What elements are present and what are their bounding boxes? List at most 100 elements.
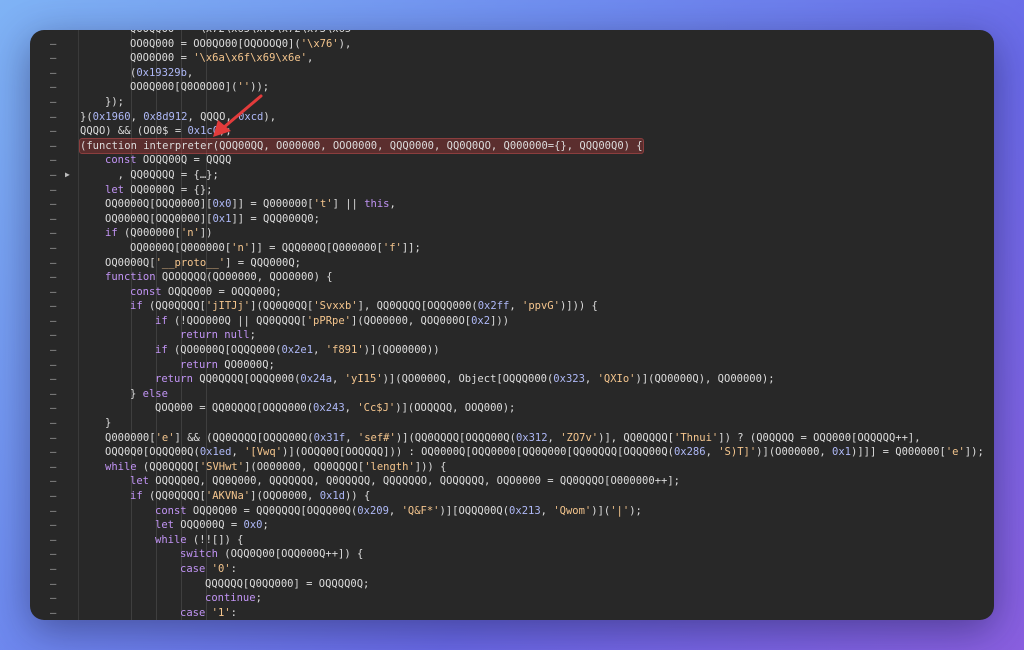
code-line[interactable]: – ▶ , QQ0QQQQ = {…};	[30, 168, 994, 183]
code-token: (!![]) {	[186, 533, 244, 546]
line-marker: –	[50, 168, 57, 181]
code-token: )][OQQQ00Q(	[439, 504, 510, 517]
code-token: )](O000000,	[756, 446, 833, 459]
line-marker: –	[50, 183, 57, 196]
code-line[interactable]: – case '0':	[30, 562, 994, 577]
line-marker: –	[50, 562, 57, 575]
code-line[interactable]: – if (Q000000['n'])	[30, 226, 994, 241]
code-token: if	[155, 344, 168, 357]
code-line[interactable]: – Q000000['e'] && (QQ0QQQQ[OQQQ00Q(0x31f,…	[30, 431, 994, 446]
code-line[interactable]: – Q0O0O00 = '\x6a\x6f\x69\x6e',	[30, 51, 994, 66]
code-line[interactable]: – (function interpreter(QOQ00QQ, O000000,…	[30, 137, 994, 155]
code-line[interactable]: – OQ0000Q[OQQ0000][0x1]] = QQQ000Q0;	[30, 212, 994, 227]
code-text: return null;	[180, 328, 256, 343]
code-token: 'jITJj'	[205, 300, 251, 313]
code-token: }	[130, 387, 143, 400]
code-line[interactable]: – let OQ0000Q = {};	[30, 183, 994, 198]
code-line[interactable]: –}	[30, 416, 994, 431]
code-token: QOOQQQQ(QO00000, QOO0000) {	[155, 271, 333, 284]
code-token: ),	[263, 110, 277, 123]
code-line[interactable]: – while (!![]) {	[30, 533, 994, 548]
code-token: )](OOQQ0Q[OOQQQQ])) : OQ0000Q[OQQ0000[QQ…	[282, 446, 674, 459]
code-token: switch	[180, 548, 218, 561]
code-token: ](OQO0000,	[250, 490, 320, 502]
code-token: ,	[584, 373, 598, 386]
code-line[interactable]: – QQQO) && (OO0$ = 0x1c0);	[30, 124, 994, 139]
code-editor[interactable]: – QOOQQOO = '\x72\x65\x70\x72\x73\x65' – OO…	[30, 30, 994, 620]
code-line[interactable]: – while (QQ0QQQQ['SVHwt'](O000000, QQ0QQQ…	[30, 460, 994, 475]
code-token: )](	[591, 504, 611, 517]
code-token: Q0O0O00 =	[130, 52, 194, 65]
code-token: OQ0000Q[Q000000[	[130, 241, 232, 254]
code-token: this	[364, 198, 390, 211]
code-line[interactable]: – const OQQ0Q00 = QQ0QQQQ[OQQQ00Q(0x209, …	[30, 504, 994, 519]
code-token: ]] = QQQ000Q0;	[231, 212, 320, 225]
code-token: ]) ? (Q0QQQQ = OQQ000[OQQQQQ++],	[718, 431, 921, 444]
code-token: 0x286	[673, 446, 706, 459]
code-token: ,	[231, 446, 245, 459]
code-line[interactable]: – OQ0000Q[OQQ0000][0x0]] = Q000000['t'] |…	[30, 197, 994, 212]
code-line[interactable]: – const OQQQ000 = OQQQ00Q;	[30, 285, 994, 300]
line-marker: –	[50, 475, 57, 488]
code-line[interactable]: – OQ0000Q[Q000000['n']] = QQQ000Q[Q000000…	[30, 241, 994, 256]
code-line[interactable]: – QOQ000 = QQ0QQQQ[OQQQ000(0x243, 'Cc$J')…	[30, 401, 994, 416]
code-token: continue	[205, 592, 256, 605]
code-token: ,	[344, 402, 358, 415]
code-line[interactable]: – case '1':	[30, 606, 994, 620]
code-token: ;	[262, 519, 269, 532]
line-marker: –	[50, 154, 57, 167]
code-token: OO0Q000[Q0O0O00](	[130, 81, 238, 94]
triangle-right-icon[interactable]: ▶	[65, 168, 73, 183]
code-text: const OOQQ00Q = QQQQ	[105, 153, 231, 168]
code-line[interactable]: – if (QQ0QQQQ['jITJj'](QQ0Q0QQ['Svxxb'], …	[30, 299, 994, 314]
code-line[interactable]: – return null;	[30, 328, 994, 343]
code-line[interactable]: – if (QO0000Q[OQQQ000(0x2e1, 'f891')](QO0…	[30, 343, 994, 358]
code-line[interactable]: – if (!QOO000Q || QQ0QQQQ['pPRpe'](QO0000…	[30, 314, 994, 329]
code-line[interactable]: – if (QQ0QQQQ['AKVNa'](OQO0000, 0x1d)) {	[30, 489, 994, 504]
code-line[interactable]: – QQQQQQ[Q0QQ000] = OQQQQ0Q;	[30, 577, 994, 592]
code-token: , QQQO,	[187, 110, 239, 123]
line-marker: –	[50, 300, 57, 313]
line-marker: –	[50, 125, 57, 138]
code-token: ], QQ0QQQQ[OQQQ000(	[357, 300, 478, 313]
code-line[interactable]: –});	[30, 95, 994, 110]
code-token: (function interpreter(QOQ00QQ, O000000, …	[80, 139, 643, 152]
code-token: OO0Q000 = OO0QO00[OQOOOQ0](	[130, 37, 301, 50]
code-token: OQQQQ0Q, QQ0Q000, QQQQQQQ, Q0QQQQQ, QQQQ…	[148, 475, 680, 488]
code-token: ,	[540, 504, 554, 517]
code-line[interactable]: – OO0Q000 = OO0QO00[OQOOOQ0]('\x76'),	[30, 37, 994, 52]
code-token: OQQ0Q0[OQQQ00Q(	[105, 446, 200, 459]
code-token: '[Vwq'	[244, 446, 283, 459]
line-marker: –	[50, 95, 57, 108]
code-token: 0x1ed	[199, 446, 232, 459]
code-line[interactable]: –} else	[30, 387, 994, 402]
code-line[interactable]: – return QO0000Q;	[30, 358, 994, 373]
code-token: 0x1c0	[187, 125, 220, 138]
code-line[interactable]: – const OOQQ00Q = QQQQ	[30, 153, 994, 168]
code-line[interactable]: – function QOOQQQQ(QO00000, QOO0000) {	[30, 270, 994, 285]
code-line[interactable]: – OO0Q000[Q0O0O00](''));	[30, 80, 994, 95]
line-marker: –	[50, 271, 57, 284]
code-line[interactable]: – QOOQQOO = '\x72\x65\x70\x72\x73\x65'	[30, 30, 994, 37]
code-text: if (QQ0QQQQ['jITJj'](QQ0Q0QQ['Svxxb'], Q…	[130, 299, 598, 314]
code-line[interactable]: – continue;	[30, 591, 994, 606]
code-line[interactable]: – (0x19329b,	[30, 66, 994, 81]
code-line[interactable]: – OQQ0Q0[OQQQ00Q(0x1ed, '[Vwq')](OOQQ0Q[O…	[30, 445, 994, 460]
code-token: }	[105, 417, 112, 430]
code-line[interactable]: – OQ0000Q['__proto__'] = QQQ000Q;	[30, 256, 994, 271]
line-marker: –	[50, 358, 57, 371]
code-text: , QQ0QQQQ = {…};	[105, 168, 219, 183]
code-line[interactable]: – switch (OQQ0Q00[OQQ000Q++]) {	[30, 547, 994, 562]
code-token: return	[155, 373, 193, 386]
code-text: function QOOQQQQ(QO00000, QOO0000) {	[105, 270, 333, 285]
code-token: '__proto__'	[155, 256, 226, 269]
code-token: 0x312	[515, 431, 548, 444]
code-token: 'Svxxb'	[313, 300, 358, 313]
code-line[interactable]: – let OQQQQ0Q, QQ0Q000, QQQQQQQ, Q0QQQQQ,…	[30, 474, 994, 489]
code-token: 0x1960	[92, 110, 131, 123]
code-line[interactable]: – return QQ0QQQQ[OQQQ000(0x24a, 'yI15')](…	[30, 372, 994, 387]
line-marker: –	[50, 110, 57, 123]
code-line[interactable]: –}(0x1960, 0x8d912, QQQO, 0xcd),	[30, 110, 994, 125]
code-line[interactable]: – let OQQ000Q = 0x0;	[30, 518, 994, 533]
code-token: ](O000000, QQ0QQQQ[	[244, 460, 365, 473]
